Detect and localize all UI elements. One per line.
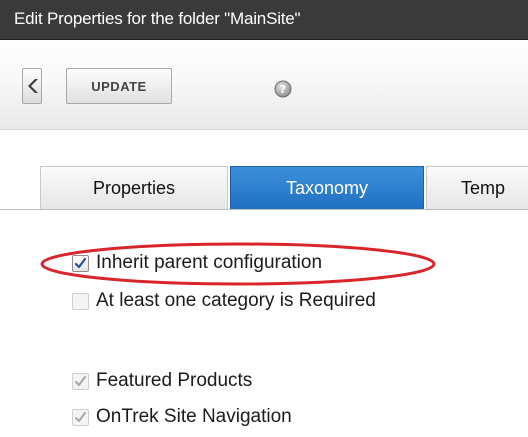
tab-divider — [0, 209, 528, 210]
category-required-row: At least one category is Required — [72, 288, 376, 314]
category-required-label: At least one category is Required — [96, 290, 376, 311]
ontrek-site-navigation-checkbox[interactable] — [72, 408, 89, 426]
chevron-left-icon — [28, 79, 38, 93]
tab-taxonomy[interactable]: Taxonomy — [230, 166, 424, 210]
category-required-checkbox[interactable] — [72, 292, 89, 310]
toolbar: UPDATE ? — [0, 40, 528, 130]
ontrek-site-navigation-label: OnTrek Site Navigation — [96, 406, 292, 427]
back-button[interactable] — [22, 68, 42, 104]
inherit-parent-label: Inherit parent configuration — [96, 252, 323, 273]
checkmark-icon — [75, 411, 86, 422]
help-icon[interactable]: ? — [274, 80, 292, 98]
category-item-featured-products: Featured Products — [72, 368, 252, 394]
category-item-ontrek-site-navigation: OnTrek Site Navigation — [72, 404, 292, 430]
featured-products-checkbox[interactable] — [72, 372, 89, 390]
inherit-parent-row: Inherit parent configuration — [72, 250, 322, 276]
checkmark-icon — [74, 257, 87, 268]
featured-products-label: Featured Products — [96, 370, 253, 391]
tab-bar: Properties Taxonomy Temp — [0, 130, 528, 210]
window-title: Edit Properties for the folder "MainSite… — [14, 9, 301, 28]
window-title-bar: Edit Properties for the folder "MainSite… — [0, 0, 528, 40]
svg-text:?: ? — [280, 83, 286, 96]
checkmark-icon — [75, 375, 86, 386]
inherit-parent-checkbox[interactable] — [72, 254, 89, 272]
tab-templates[interactable]: Temp — [426, 166, 528, 210]
tab-properties[interactable]: Properties — [40, 166, 228, 210]
update-button[interactable]: UPDATE — [66, 68, 172, 104]
